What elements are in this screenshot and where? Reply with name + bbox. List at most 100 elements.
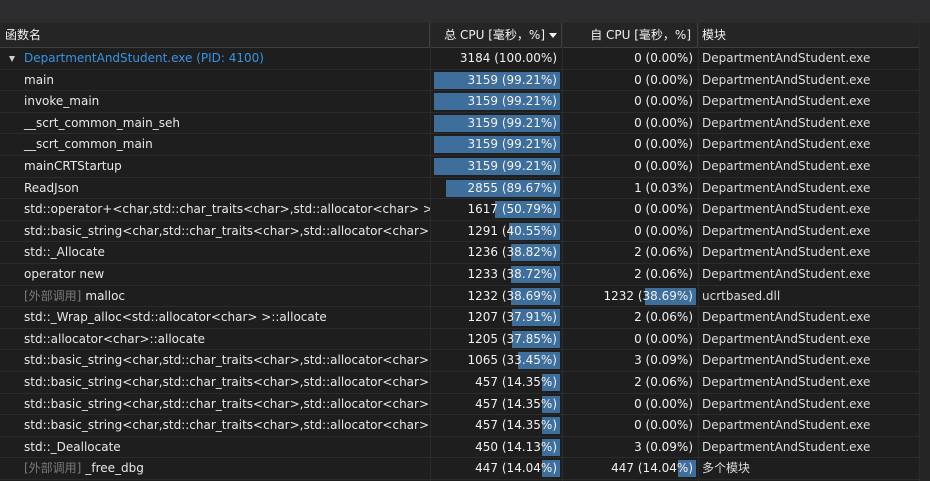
self-cpu-value: 0 (0.00%) [634,418,693,433]
function-name-cell: [外部调用] _free_dbg [0,458,430,479]
function-name-text: std::basic_string<char,std::char_traits<… [24,374,430,389]
table-row[interactable]: operator new 1233 (38.72%) 2 (0.06%) Depart… [0,264,930,286]
module-cell: ucrtbased.dll [702,288,781,303]
table-row[interactable]: __scrt_common_main_seh 3159 (99.21%) 0 (0.… [0,113,930,135]
column-header-function-name[interactable]: 函数名 [0,23,430,47]
table-row[interactable]: [外部调用] malloc 1232 (38.69%) 1232 (38.69%) uc… [0,286,930,308]
self-cpu-value: 1232 (38.69%) [603,288,693,303]
table-row[interactable]: std::basic_string<char,std::char_traits<… [0,394,930,416]
total-cpu-value: 3159 (99.21%) [467,137,557,152]
function-name-cell: std::allocator<char>::allocate [0,329,430,350]
function-name: std::basic_string<char,std::char_traits<… [24,394,430,415]
function-name-text: _free_dbg [85,461,144,476]
column-header-self-cpu[interactable]: 自 CPU [毫秒，%] [562,23,698,47]
function-name-cell: __scrt_common_main [0,134,430,155]
function-name-text: malloc [85,288,126,303]
function-name-cell: ReadJson [0,178,430,199]
self-cpu-value: 0 (0.00%) [634,115,693,130]
function-name: DepartmentAndStudent.exe (PID: 4100) [24,48,264,69]
function-name-cell: std::basic_string<char,std::char_traits<… [0,350,430,371]
table-row[interactable]: std::basic_string<char,std::char_traits<… [0,415,930,437]
function-name: main [24,70,54,91]
function-name: std::_Deallocate [24,437,121,458]
module-cell: DepartmentAndStudent.exe [702,180,871,195]
external-call-tag: [外部调用] [24,288,82,303]
function-name-text: std::_Deallocate [24,439,121,454]
function-name-text: mainCRTStartup [24,158,122,173]
module-cell: DepartmentAndStudent.exe [702,223,871,238]
table-row[interactable]: std::_Allocate 1236 (38.82%) 2 (0.06%) Depa… [0,242,930,264]
self-cpu-cell: 0 (0.00%) [562,156,696,177]
function-name-cell: main [0,70,430,91]
expand-collapse-icon[interactable] [9,56,15,62]
column-divider [430,23,431,481]
module-cell: DepartmentAndStudent.exe [702,310,871,325]
total-cpu-value: 1236 (38.82%) [467,245,557,260]
function-name-cell: std::_Allocate [0,242,430,263]
self-cpu-value: 0 (0.00%) [634,137,693,152]
table-row[interactable]: ReadJson 2855 (89.67%) 1 (0.03%) Department… [0,178,930,200]
total-cpu-value: 3184 (100.00%) [459,51,557,65]
window-top-bar [0,0,930,23]
table-row[interactable]: std::basic_string<char,std::char_traits<… [0,372,930,394]
total-cpu-cell: 447 (14.04%) [430,458,560,479]
column-header-total-cpu[interactable]: 总 CPU [毫秒，%] [430,23,562,47]
total-cpu-cell: 1236 (38.82%) [430,242,560,263]
total-cpu-cell: 1291 (40.55%) [430,221,560,242]
table-row[interactable]: main 3159 (99.21%) 0 (0.00%) DepartmentAndS… [0,70,930,92]
function-name: std::basic_string<char,std::char_traits<… [24,221,430,242]
function-name: std::basic_string<char,std::char_traits<… [24,372,430,393]
total-cpu-cell: 3184 (100.00%) [430,48,560,69]
table-row[interactable]: std::_Wrap_alloc<std::allocator<char> >:… [0,307,930,329]
total-cpu-cell: 3159 (99.21%) [430,91,560,112]
column-divider [562,23,563,481]
table-row[interactable]: invoke_main 3159 (99.21%) 0 (0.00%) Departm… [0,91,930,113]
self-cpu-cell: 0 (0.00%) [562,113,696,134]
self-cpu-value: 0 (0.00%) [634,51,693,65]
total-cpu-cell: 450 (14.13%) [430,437,560,458]
total-cpu-cell: 3159 (99.21%) [430,134,560,155]
table-row[interactable]: DepartmentAndStudent.exe (PID: 4100) 3184… [0,48,930,70]
column-header-total-cpu-label: 总 CPU [毫秒，%] [444,28,545,42]
column-header-module[interactable]: 模块 [698,23,920,47]
table-row[interactable]: std::basic_string<char,std::char_traits<… [0,221,930,243]
table-row[interactable]: std::_Deallocate 450 (14.13%) 3 (0.09%) Dep… [0,437,930,459]
table-row[interactable]: __scrt_common_main 3159 (99.21%) 0 (0.00%)… [0,134,930,156]
table-row[interactable]: std::allocator<char>::allocate 1205 (37.8… [0,329,930,351]
table-row[interactable]: mainCRTStartup 3159 (99.21%) 0 (0.00%) Depa… [0,156,930,178]
self-cpu-value: 2 (0.06%) [634,266,693,281]
column-divider [698,23,699,481]
table-row[interactable]: [外部调用] _free_dbg 447 (14.04%) 447 (14.04%) 多… [0,458,930,480]
function-name-text: DepartmentAndStudent.exe (PID: 4100) [24,51,264,65]
vertical-scroll-area[interactable] [920,47,930,481]
function-name-text: main [24,72,54,87]
total-cpu-value: 1065 (33.45%) [467,353,557,368]
function-name: std::operator+<char,std::char_traits<cha… [24,199,430,220]
module-cell: DepartmentAndStudent.exe [702,158,871,173]
self-cpu-cell: 447 (14.04%) [562,458,696,479]
self-cpu-cell: 1232 (38.69%) [562,286,696,307]
function-name-text: std::basic_string<char,std::char_traits<… [24,396,430,411]
function-name-text: std::_Wrap_alloc<std::allocator<char> >:… [24,310,327,325]
function-name-cell: invoke_main [0,91,430,112]
table-row[interactable]: std::basic_string<char,std::char_traits<… [0,350,930,372]
self-cpu-value: 3 (0.09%) [634,439,693,454]
function-name-cell: operator new [0,264,430,285]
total-cpu-value: 457 (14.35%) [475,374,557,389]
self-cpu-value: 447 (14.04%) [611,461,693,476]
function-name: mainCRTStartup [24,156,122,177]
self-cpu-cell: 2 (0.06%) [562,372,696,393]
total-cpu-value: 3159 (99.21%) [467,158,557,173]
total-cpu-value: 3159 (99.21%) [467,72,557,87]
module-cell: DepartmentAndStudent.exe [702,374,871,389]
table-row[interactable]: std::operator+<char,std::char_traits<cha… [0,199,930,221]
total-cpu-cell: 457 (14.35%) [430,372,560,393]
module-cell: DepartmentAndStudent.exe [702,331,871,346]
function-name-cell: std::basic_string<char,std::char_traits<… [0,415,430,436]
module-cell: DepartmentAndStudent.exe [702,115,871,130]
self-cpu-value: 3 (0.09%) [634,353,693,368]
total-cpu-value: 457 (14.35%) [475,418,557,433]
self-cpu-cell: 0 (0.00%) [562,48,696,69]
function-name-text: operator new [24,266,105,281]
function-name: std::_Allocate [24,242,105,263]
